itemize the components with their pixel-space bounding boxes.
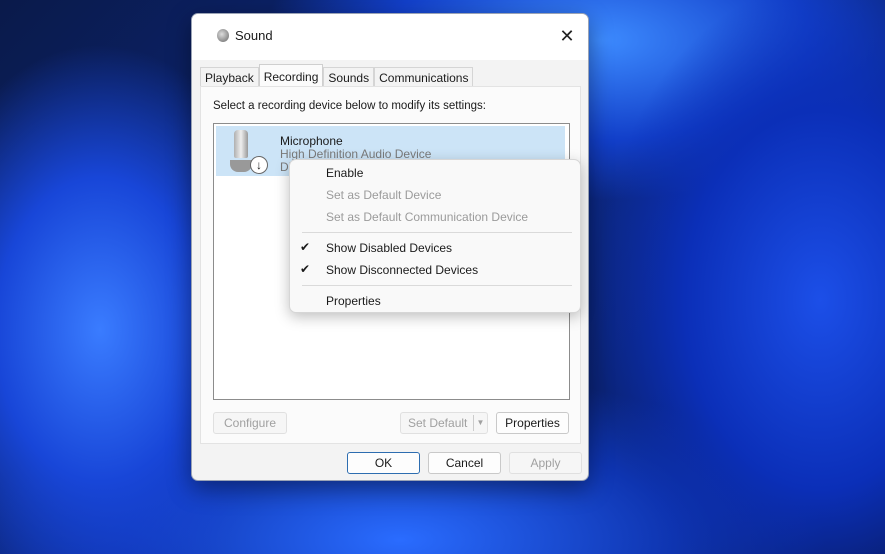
set-default-label: Set Default	[408, 416, 468, 430]
tab-recording[interactable]: Recording	[258, 64, 324, 87]
menu-separator	[302, 232, 572, 233]
tab-sounds[interactable]: Sounds	[323, 67, 375, 87]
title-bar: Sound ✕	[192, 14, 588, 60]
microphone-icon	[230, 130, 252, 172]
context-menu: Enable Set as Default Device Set as Defa…	[289, 159, 581, 313]
instruction-text: Select a recording device below to modif…	[213, 100, 486, 112]
menu-item-enable[interactable]: Enable	[326, 166, 363, 180]
menu-item-set-default-device[interactable]: Set as Default Device	[326, 188, 441, 202]
ok-button[interactable]: OK	[347, 452, 420, 474]
apply-button[interactable]: Apply	[509, 452, 582, 474]
tab-playback[interactable]: Playback	[200, 67, 259, 87]
menu-item-set-default-communication-device[interactable]: Set as Default Communication Device	[326, 210, 528, 224]
tab-bar: Playback Recording Sounds Communications	[200, 64, 474, 87]
properties-button[interactable]: Properties	[496, 412, 569, 434]
menu-item-properties[interactable]: Properties	[326, 294, 381, 308]
configure-button[interactable]: Configure	[213, 412, 287, 434]
device-name: Microphone	[280, 134, 343, 148]
cancel-button[interactable]: Cancel	[428, 452, 501, 474]
set-default-button[interactable]: Set Default ▼	[400, 412, 488, 434]
disabled-arrow-icon: ↓	[250, 156, 268, 174]
chevron-down-icon[interactable]: ▼	[473, 415, 487, 431]
speaker-icon	[217, 29, 229, 42]
tab-communications[interactable]: Communications	[374, 67, 474, 87]
checkmark-icon: ✔	[300, 262, 311, 276]
checkmark-icon: ✔	[300, 240, 311, 254]
close-button[interactable]: ✕	[554, 24, 580, 48]
menu-item-show-disabled-devices[interactable]: Show Disabled Devices	[326, 241, 452, 255]
window-title: Sound	[235, 28, 273, 43]
menu-item-show-disconnected-devices[interactable]: Show Disconnected Devices	[326, 263, 478, 277]
menu-separator	[302, 285, 572, 286]
